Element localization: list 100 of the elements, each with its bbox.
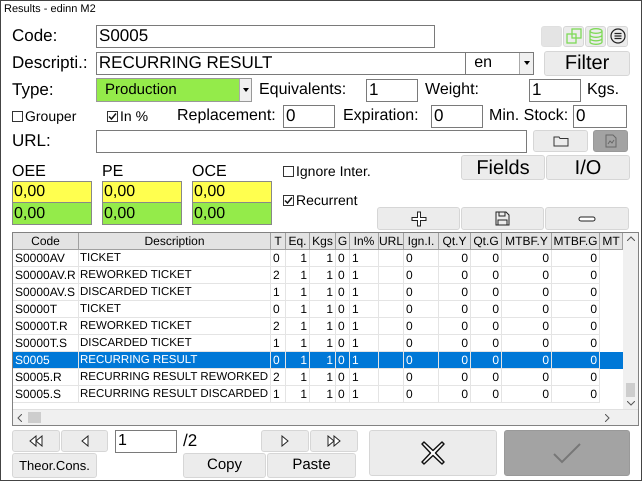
- copy-button[interactable]: Copy: [183, 453, 266, 478]
- indicator-target: 0,00: [102, 181, 182, 203]
- indicator-label: OCE: [192, 163, 228, 181]
- expiration-field[interactable]: 0: [431, 104, 483, 128]
- column-header[interactable]: Qt.Y: [439, 233, 471, 250]
- double-right-icon: [326, 435, 342, 447]
- checkbox-label: Ignore Inter.: [296, 162, 371, 181]
- table-cell: 0: [502, 386, 552, 403]
- checkbox[interactable]: [283, 166, 294, 177]
- indicator-label: OEE: [12, 163, 47, 181]
- window-title: Results - edinn M2: [3, 2, 97, 17]
- save-button[interactable]: [461, 207, 544, 230]
- column-header[interactable]: G: [336, 233, 350, 250]
- column-header[interactable]: MT: [600, 233, 623, 250]
- type-select[interactable]: Production: [96, 78, 252, 102]
- minus-icon: [578, 216, 596, 222]
- scroll-thumb[interactable]: [28, 412, 41, 423]
- column-header[interactable]: Code: [13, 233, 79, 250]
- indicator-actual: 0,00: [12, 203, 92, 225]
- field-label: Code:: [12, 25, 58, 48]
- indicator-label: PE: [102, 163, 124, 181]
- description-field[interactable]: RECURRING RESULT: [96, 52, 466, 74]
- indicator-target: 0,00: [12, 181, 92, 203]
- scroll-up-icon[interactable]: [626, 236, 634, 241]
- table-cell: 0: [471, 386, 502, 403]
- document-icon: [604, 134, 616, 148]
- field-label: Expiration:: [343, 106, 420, 126]
- table-cell: 1: [310, 386, 336, 403]
- table-cell: RECURRING RESULT DISCARDED: [79, 386, 271, 403]
- field-label: Equivalents:: [259, 80, 348, 100]
- replacement-field[interactable]: 0: [283, 104, 335, 128]
- first-page-button[interactable]: [12, 430, 60, 452]
- checkbox-label: Recurrent: [296, 191, 358, 210]
- folder-button[interactable]: [533, 130, 588, 152]
- copy-icon: [566, 28, 582, 44]
- column-header[interactable]: In%: [350, 233, 379, 250]
- column-header[interactable]: Ign.I.: [404, 233, 439, 250]
- checkbox[interactable]: [107, 110, 118, 122]
- panel-button[interactable]: I/O: [546, 155, 630, 180]
- table-cell: S0005.S: [13, 386, 79, 403]
- table-cell: 0: [336, 386, 350, 403]
- field-label: URL:: [12, 130, 52, 152]
- column-header[interactable]: MTBF.Y: [502, 233, 552, 250]
- checkbox[interactable]: [283, 195, 294, 206]
- column-header[interactable]: URL: [379, 233, 404, 250]
- theor-cons-button[interactable]: Theor.Cons.: [12, 453, 97, 478]
- code-field[interactable]: S0005: [96, 24, 435, 48]
- column-header[interactable]: Qt.G: [471, 233, 502, 250]
- paste-button[interactable]: Paste: [267, 453, 356, 478]
- previous-page-button[interactable]: [61, 430, 108, 452]
- table-cell: 0: [439, 386, 471, 403]
- column-header[interactable]: T: [271, 233, 286, 250]
- table-cell: 1: [271, 386, 286, 403]
- table-row[interactable]: S0005 RECURRING RESULT 0 1 1 0 1 0 0 0 0 0: [13, 352, 623, 369]
- filter-button[interactable]: Filter: [544, 50, 630, 76]
- double-left-icon: [28, 435, 44, 447]
- column-header[interactable]: Kgs: [310, 233, 336, 250]
- right-icon: [280, 435, 290, 447]
- checkbox-label: In %: [120, 106, 148, 126]
- equivalents-field[interactable]: 1: [366, 78, 418, 102]
- menu-button[interactable]: [607, 26, 628, 46]
- min-stock-field[interactable]: 0: [573, 104, 627, 128]
- vertical-scrollbar[interactable]: [623, 233, 638, 409]
- column-header[interactable]: Description: [79, 233, 271, 250]
- language-select[interactable]: en: [466, 52, 534, 74]
- table-cell: 1: [350, 386, 379, 403]
- table-cell: [379, 386, 404, 403]
- folder-icon: [552, 135, 568, 147]
- scroll-down-icon[interactable]: [626, 401, 634, 406]
- cancel-button[interactable]: [369, 430, 497, 476]
- next-page-button[interactable]: [261, 430, 309, 452]
- checkbox-label: Grouper: [25, 106, 76, 126]
- menu-icon: [610, 28, 626, 44]
- table-cell: 0: [404, 386, 439, 403]
- column-header[interactable]: MTBF.G: [552, 233, 600, 250]
- checkbox[interactable]: [12, 110, 23, 122]
- column-header[interactable]: Eq.: [286, 233, 310, 250]
- scroll-right-icon[interactable]: [605, 414, 610, 422]
- caret-icon: [524, 61, 530, 65]
- table-cell: 0: [552, 386, 600, 403]
- unit-label: Kgs.: [587, 80, 620, 100]
- weight-field[interactable]: 1: [529, 78, 581, 102]
- page-field[interactable]: 1: [115, 430, 177, 452]
- field-label: Weight:: [425, 80, 480, 100]
- save-icon: [495, 211, 510, 226]
- url-field[interactable]: [96, 130, 527, 152]
- indicator-actual: 0,00: [192, 203, 272, 225]
- close-icon: [420, 440, 446, 466]
- panel-button[interactable]: Fields: [461, 155, 545, 180]
- last-page-button[interactable]: [310, 430, 358, 452]
- caret-icon: [242, 88, 248, 92]
- page-total: /2: [183, 430, 198, 452]
- plus-icon: [410, 210, 426, 226]
- indicator-target: 0,00: [192, 181, 272, 203]
- scroll-left-icon[interactable]: [17, 414, 22, 422]
- scroll-thumb[interactable]: [626, 383, 635, 397]
- field-label: Replacement:: [177, 106, 277, 126]
- add-button[interactable]: [377, 207, 460, 230]
- left-icon: [80, 435, 89, 447]
- horizontal-scrollbar[interactable]: [13, 409, 638, 425]
